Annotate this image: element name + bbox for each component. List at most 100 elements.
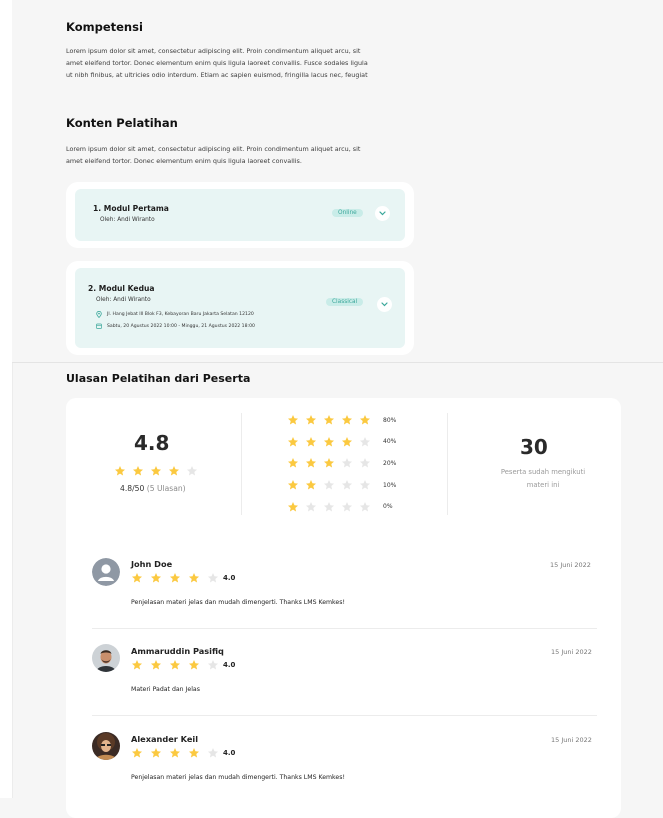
star-icon (151, 466, 161, 476)
distribution-row: 20% (287, 457, 396, 469)
distribution-row: 0% (287, 501, 393, 513)
module-author: Oleh: Andi Wiranto (96, 297, 151, 303)
star-icon (360, 458, 370, 468)
star-icon (288, 501, 298, 512)
star-icon (342, 480, 352, 490)
kompetensi-line: ut nibh finibus, at ultricies odio inter… (66, 71, 368, 80)
star-icon (342, 415, 352, 425)
review-date: 15 Juni 2022 (551, 648, 592, 656)
module-schedule: Sabtu, 20 Agustus 2022 10:00 - Minggu, 2… (96, 323, 255, 329)
module-author: Oleh: Andi Wiranto (100, 217, 155, 223)
module-card-2[interactable]: 2. Modul Kedua Oleh: Andi Wiranto Jl. Ha… (66, 261, 414, 355)
star-icon (324, 436, 334, 447)
section-divider (12, 362, 663, 363)
star-icon (342, 436, 352, 447)
review-rating: 4.0 (223, 749, 236, 757)
average-caption-value: 4.8/50 (120, 484, 145, 493)
module-card-inner: 2. Modul Kedua Oleh: Andi Wiranto Jl. Ha… (75, 268, 405, 348)
star-icon (151, 748, 161, 758)
distribution-percent: 40% (383, 438, 397, 446)
star-icon (288, 415, 298, 425)
star-icon (151, 573, 161, 583)
distribution-row: 40% (287, 436, 396, 448)
review-item: John Doe 4.0 15 Juni 2022 Penjelasan materi… (66, 556, 621, 636)
kompetensi-text: Lorem ipsum dolor sit amet, consectetur … (66, 45, 416, 82)
kompetensi-line: amet eleifend tortor. Donec elementum en… (66, 59, 368, 68)
calendar-icon (96, 323, 102, 329)
review-date: 15 Juni 2022 (550, 561, 591, 569)
star-icon (133, 466, 143, 476)
star-icon (132, 660, 142, 670)
kompetensi-heading: Kompetensi (66, 20, 143, 34)
star-icon (189, 748, 199, 758)
expand-module-button[interactable] (377, 297, 392, 312)
star-icon (360, 415, 370, 425)
star-icon (360, 436, 370, 447)
star-icon (288, 458, 298, 468)
distribution-percent: 80% (383, 416, 397, 424)
module-card-1[interactable]: 1. Modul Pertama Oleh: Andi Wiranto Onli… (66, 182, 414, 248)
module-type-badge: Online (332, 209, 363, 217)
review-rating: 4.0 (223, 574, 236, 582)
star-icon (342, 458, 352, 468)
review-text: Penjelasan materi jelas dan mudah dimeng… (131, 599, 345, 606)
module-type-badge: Classical (326, 298, 364, 306)
average-caption: 4.8/50 (5 Ulasan) (120, 484, 186, 493)
star-icon (115, 466, 125, 476)
star-icon (151, 660, 161, 670)
distribution-stars (287, 414, 371, 426)
profile-photo (92, 644, 120, 672)
participant-label-line: Peserta sudah mengikuti (500, 468, 586, 476)
star-icon (288, 436, 298, 447)
module-card-inner: 1. Modul Pertama Oleh: Andi Wiranto Onli… (75, 189, 405, 241)
participant-label-line: materi ini (526, 481, 560, 489)
star-icon (189, 660, 199, 670)
module-schedule-text: Sabtu, 20 Agustus 2022 10:00 - Minggu, 2… (107, 323, 255, 329)
reviews-card: 4.8 4.8/50 (5 Ulasan) 80% 40% 20% 10% 0% 30 … (66, 398, 621, 818)
location-pin-icon (96, 311, 102, 318)
chevron-down-icon (379, 211, 386, 216)
distribution-stars (287, 479, 371, 491)
stat-divider (447, 413, 448, 515)
review-text: Penjelasan materi jelas dan mudah dimeng… (131, 774, 345, 781)
chevron-down-icon (381, 302, 388, 307)
distribution-stars (287, 501, 371, 513)
star-icon (306, 436, 316, 447)
distribution-row: 10% (287, 479, 396, 491)
ulasan-heading: Ulasan Pelatihan dari Peserta (66, 372, 251, 385)
participant-count: 30 (520, 435, 548, 459)
star-icon (306, 458, 316, 468)
star-icon (132, 748, 142, 758)
participant-label: Peserta sudah mengikuti materi ini (463, 466, 623, 492)
star-icon (306, 480, 316, 490)
stat-divider (241, 413, 242, 515)
module-title: 1. Modul Pertama (93, 204, 169, 213)
distribution-percent: 10% (383, 481, 397, 489)
module-location: Jl. Hang Jebat III Blok F3, Kebayoran Ba… (96, 311, 254, 318)
star-icon (208, 660, 218, 670)
module-title: 2. Modul Kedua (88, 284, 155, 293)
star-icon (306, 415, 316, 425)
reviewer-name: Alexander Keil (131, 734, 198, 744)
avatar (92, 558, 120, 586)
expand-module-button[interactable] (375, 206, 390, 221)
review-rating: 4.0 (223, 661, 236, 669)
average-caption-count: (5 Ulasan) (146, 484, 186, 493)
star-icon (324, 480, 334, 490)
review-text: Materi Padat dan Jelas (131, 686, 200, 693)
avatar (92, 644, 120, 672)
star-icon (324, 458, 334, 468)
star-icon (324, 415, 334, 425)
review-item: Ammaruddin Pasifiq 4.0 15 Juni 2022 Materi … (66, 643, 621, 723)
star-icon (288, 480, 298, 490)
review-separator (92, 715, 597, 716)
distribution-percent: 20% (383, 459, 397, 467)
konten-heading: Konten Pelatihan (66, 116, 178, 130)
distribution-row: 80% (287, 414, 396, 426)
kompetensi-line: Lorem ipsum dolor sit amet, consectetur … (66, 47, 361, 55)
distribution-stars (287, 457, 371, 469)
reviewer-name: John Doe (131, 559, 173, 569)
star-icon (170, 573, 180, 583)
star-icon (132, 573, 142, 583)
konten-line: Lorem ipsum dolor sit amet, consectetur … (66, 145, 361, 153)
